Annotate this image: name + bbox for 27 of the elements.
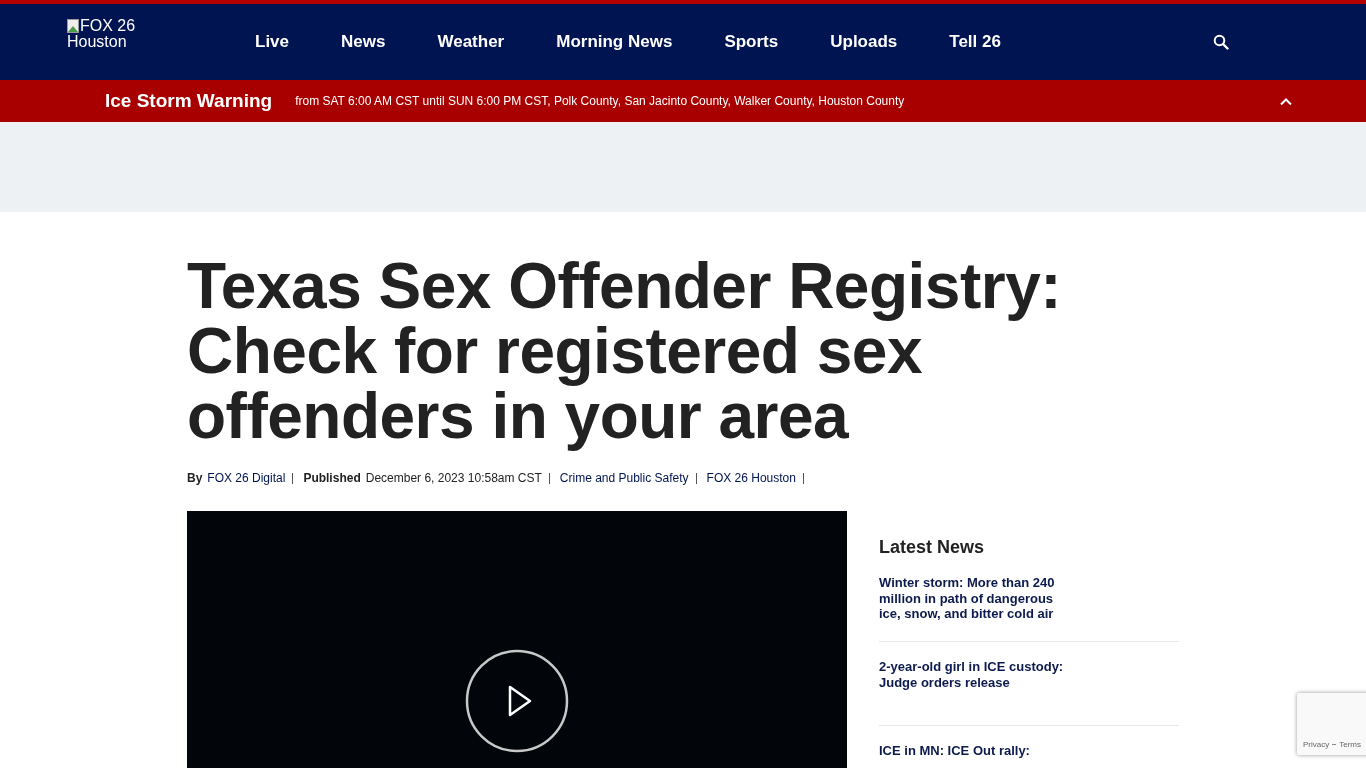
broken-image-icon (67, 19, 79, 33)
search-icon[interactable] (1212, 34, 1229, 50)
alert-text: from SAT 6:00 AM CST until SUN 6:00 PM CST, Polk County, San Jacinto County, Walker County, Houston County (295, 94, 905, 108)
nav-link[interactable]: Sports (724, 32, 779, 52)
nav-link[interactable]: Tell 26 (949, 32, 1001, 52)
byline-label: By (187, 471, 203, 485)
news-headline-link[interactable]: ICE in MN: ICE Out rally: (879, 743, 1069, 759)
recaptcha-link[interactable]: Terms (1339, 740, 1361, 749)
nav-link[interactable]: Morning News (556, 32, 673, 52)
play-button-icon[interactable] (465, 649, 569, 753)
publish-date: December 6, 2023 10:58am CST (365, 471, 542, 485)
collapse-icon[interactable] (1279, 96, 1293, 106)
recaptcha-link[interactable]: Privacy (1303, 740, 1330, 749)
nav-link[interactable]: Live (255, 32, 290, 52)
alert-title: Ice Storm Warning (105, 90, 273, 112)
article-title: Texas Sex Offender Registry: Check for registered sex offenders in your area (187, 254, 1063, 449)
source-link[interactable]: FOX 26 Houston (706, 471, 796, 485)
category-link[interactable]: Crime and Public Safety (559, 471, 689, 485)
section-heading: Latest News (879, 537, 986, 558)
author-link[interactable]: FOX 26 Digital (207, 471, 286, 485)
published-label: Published (303, 471, 361, 485)
nav-link[interactable]: News (341, 32, 386, 52)
logo-link[interactable]: FOX 26 Houston (67, 18, 177, 50)
nav-link[interactable]: Uploads (830, 32, 898, 52)
news-headline-link[interactable]: 2-year-old girl in ICE custody: Judge orders release (879, 659, 1069, 690)
nav-link[interactable]: Weather (437, 32, 505, 52)
news-headline-link[interactable]: Winter storm: More than 240 million in path of dangerous ice, snow, and bitter cold air (879, 575, 1069, 622)
